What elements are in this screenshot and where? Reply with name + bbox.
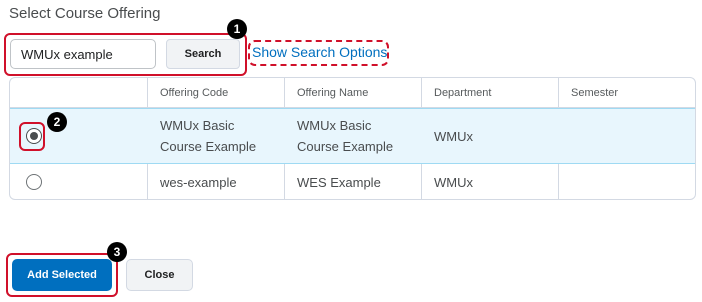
callout-badge-2: 2 <box>47 112 67 132</box>
offering-code-cell: wes-example <box>160 174 237 190</box>
course-offering-table: Offering Code Offering Name Department S… <box>9 77 696 200</box>
column-header-semester: Semester <box>571 86 619 99</box>
callout-highlight-radio <box>19 122 45 151</box>
semester-cell <box>558 109 695 163</box>
table-row[interactable]: WMUx Basic Course Example WMUx Basic Cou… <box>10 108 695 164</box>
close-button[interactable]: Close <box>126 259 193 291</box>
column-header-offering-code: Offering Code <box>160 86 229 99</box>
offering-name-cell: WMUx Basic Course Example <box>297 118 394 154</box>
semester-cell <box>558 164 695 199</box>
table-header-row: Offering Code Offering Name Department S… <box>10 78 695 108</box>
dialog-title: Select Course Offering <box>9 5 161 22</box>
offering-name-cell: WES Example <box>297 174 381 190</box>
department-cell: WMUx <box>434 174 473 190</box>
search-button[interactable]: Search <box>166 39 240 69</box>
row-radio-button[interactable] <box>26 174 42 190</box>
callout-badge-1: 1 <box>227 19 247 39</box>
show-search-options-link[interactable]: Show Search Options <box>252 44 387 60</box>
column-header-department: Department <box>434 86 492 99</box>
department-cell: WMUx <box>434 128 473 144</box>
search-input[interactable] <box>10 39 156 69</box>
callout-badge-3: 3 <box>107 242 127 262</box>
offering-code-cell: WMUx Basic Course Example <box>160 118 257 154</box>
column-header-offering-name: Offering Name <box>297 86 369 99</box>
table-row[interactable]: wes-example WES Example WMUx <box>10 164 695 199</box>
add-selected-button[interactable]: Add Selected <box>12 259 112 291</box>
